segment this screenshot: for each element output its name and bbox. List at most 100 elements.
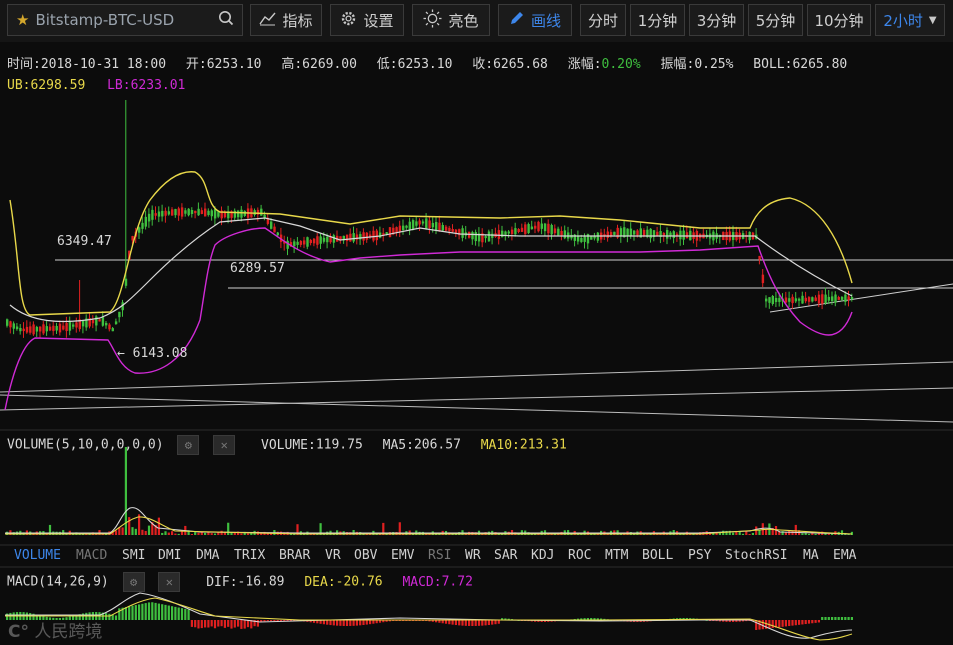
tab-vr[interactable]: VR <box>325 548 341 563</box>
macd-bar <box>771 620 774 629</box>
candle-body <box>636 230 639 236</box>
tab-rsi[interactable]: RSI <box>428 548 451 563</box>
volume-bar <box>128 517 131 535</box>
candle-body <box>451 228 454 232</box>
candle-body <box>68 321 72 331</box>
candle-body <box>197 208 200 216</box>
tab-roc[interactable]: ROC <box>568 548 591 563</box>
volume-label: VOLUME: <box>261 437 316 453</box>
gear-icon[interactable]: ⚙ <box>177 435 200 455</box>
macd-bar <box>365 620 368 625</box>
candle-body <box>276 232 279 236</box>
macd-bar <box>197 620 200 629</box>
candle-body <box>580 237 583 242</box>
candle-body <box>72 324 75 327</box>
macd-bar <box>276 620 279 621</box>
tab-dma[interactable]: DMA <box>196 548 219 563</box>
volume-bar <box>121 527 124 535</box>
candle-body <box>837 297 840 300</box>
macd-bar <box>270 620 273 621</box>
candle-body <box>560 230 563 236</box>
candle-body <box>293 241 296 247</box>
candle-body <box>784 297 788 303</box>
drawn-lines[interactable] <box>0 259 953 423</box>
candle-body <box>81 320 85 327</box>
candle-body <box>273 226 276 233</box>
macd-bar <box>200 620 203 629</box>
tab-emv[interactable]: EMV <box>391 548 414 563</box>
tab-wr[interactable]: WR <box>465 548 481 563</box>
candle-body <box>114 321 118 325</box>
tab-stochrsi[interactable]: StochRSI <box>725 548 788 563</box>
macd-bar <box>177 607 180 620</box>
trend-line <box>0 361 953 393</box>
macd-bar <box>134 605 137 620</box>
macd-bar <box>190 620 193 627</box>
volume-bar <box>204 532 207 535</box>
candle-body <box>95 316 98 326</box>
macd-bar <box>154 602 157 620</box>
candle-body <box>666 230 669 239</box>
dea-label: DEA: <box>304 574 336 590</box>
macd-bar <box>474 620 477 626</box>
tab-obv[interactable]: OBV <box>354 548 377 563</box>
volume-bar <box>197 532 200 535</box>
volume-bar <box>161 532 164 535</box>
tab-mtm[interactable]: MTM <box>605 548 628 563</box>
gear-icon[interactable]: ⚙ <box>122 572 145 592</box>
candle-body <box>421 221 425 224</box>
candle-body <box>12 323 15 329</box>
candle-body <box>105 322 108 326</box>
tab-smi[interactable]: SMI <box>122 548 145 563</box>
candle-body <box>682 230 685 240</box>
candle-body <box>200 210 204 214</box>
macd-bar <box>266 620 269 621</box>
tab-volume[interactable]: VOLUME <box>14 548 61 563</box>
volume-bar <box>827 533 830 535</box>
candle-body <box>550 224 553 235</box>
tab-macd[interactable]: MACD <box>76 548 107 563</box>
candle-body <box>372 230 375 241</box>
tab-ema[interactable]: EMA <box>833 548 856 563</box>
macd-bar <box>491 620 494 625</box>
tab-trix[interactable]: TRIX <box>234 548 265 563</box>
tab-brar[interactable]: BRAR <box>279 548 310 563</box>
candle-body <box>507 231 510 234</box>
candle-body <box>45 326 48 332</box>
candle-body <box>270 221 273 229</box>
candle-body <box>662 232 666 236</box>
tab-psy[interactable]: PSY <box>688 548 711 563</box>
macd-bar <box>834 617 837 620</box>
volume-bar <box>114 530 118 535</box>
tab-sar[interactable]: SAR <box>494 548 517 563</box>
macd-bar <box>804 620 807 625</box>
volume-bar <box>840 530 844 535</box>
tab-boll[interactable]: BOLL <box>642 548 673 563</box>
candle-body <box>65 322 68 331</box>
close-icon[interactable]: ✕ <box>213 435 236 455</box>
macd-bar <box>114 615 118 620</box>
tab-kdj[interactable]: KDJ <box>531 548 554 563</box>
candle-body <box>151 209 154 220</box>
macd-bar <box>138 604 141 620</box>
tab-ma[interactable]: MA <box>803 548 819 563</box>
macd-bar <box>827 617 830 620</box>
volume-bar <box>174 533 177 535</box>
tab-dmi[interactable]: DMI <box>158 548 181 563</box>
close-icon[interactable]: ✕ <box>158 572 181 592</box>
macd-bar <box>147 602 151 620</box>
volume-bar <box>147 525 151 535</box>
candle-body <box>431 222 435 228</box>
candle-body <box>596 232 600 241</box>
macd-bar <box>157 603 160 620</box>
macd-bar <box>755 620 758 630</box>
volume-bar <box>171 531 174 535</box>
candle-body <box>345 234 349 242</box>
volume-panel-header: VOLUME(5,10,0,0,0,0) ⚙ ✕ VOLUME:119.75 M… <box>7 435 567 455</box>
macd-bar <box>263 620 266 622</box>
candle-body <box>147 213 151 222</box>
volume-bar <box>141 529 144 535</box>
volume-bar <box>207 532 210 535</box>
candle-body <box>817 294 821 304</box>
macd-bar <box>141 603 144 620</box>
